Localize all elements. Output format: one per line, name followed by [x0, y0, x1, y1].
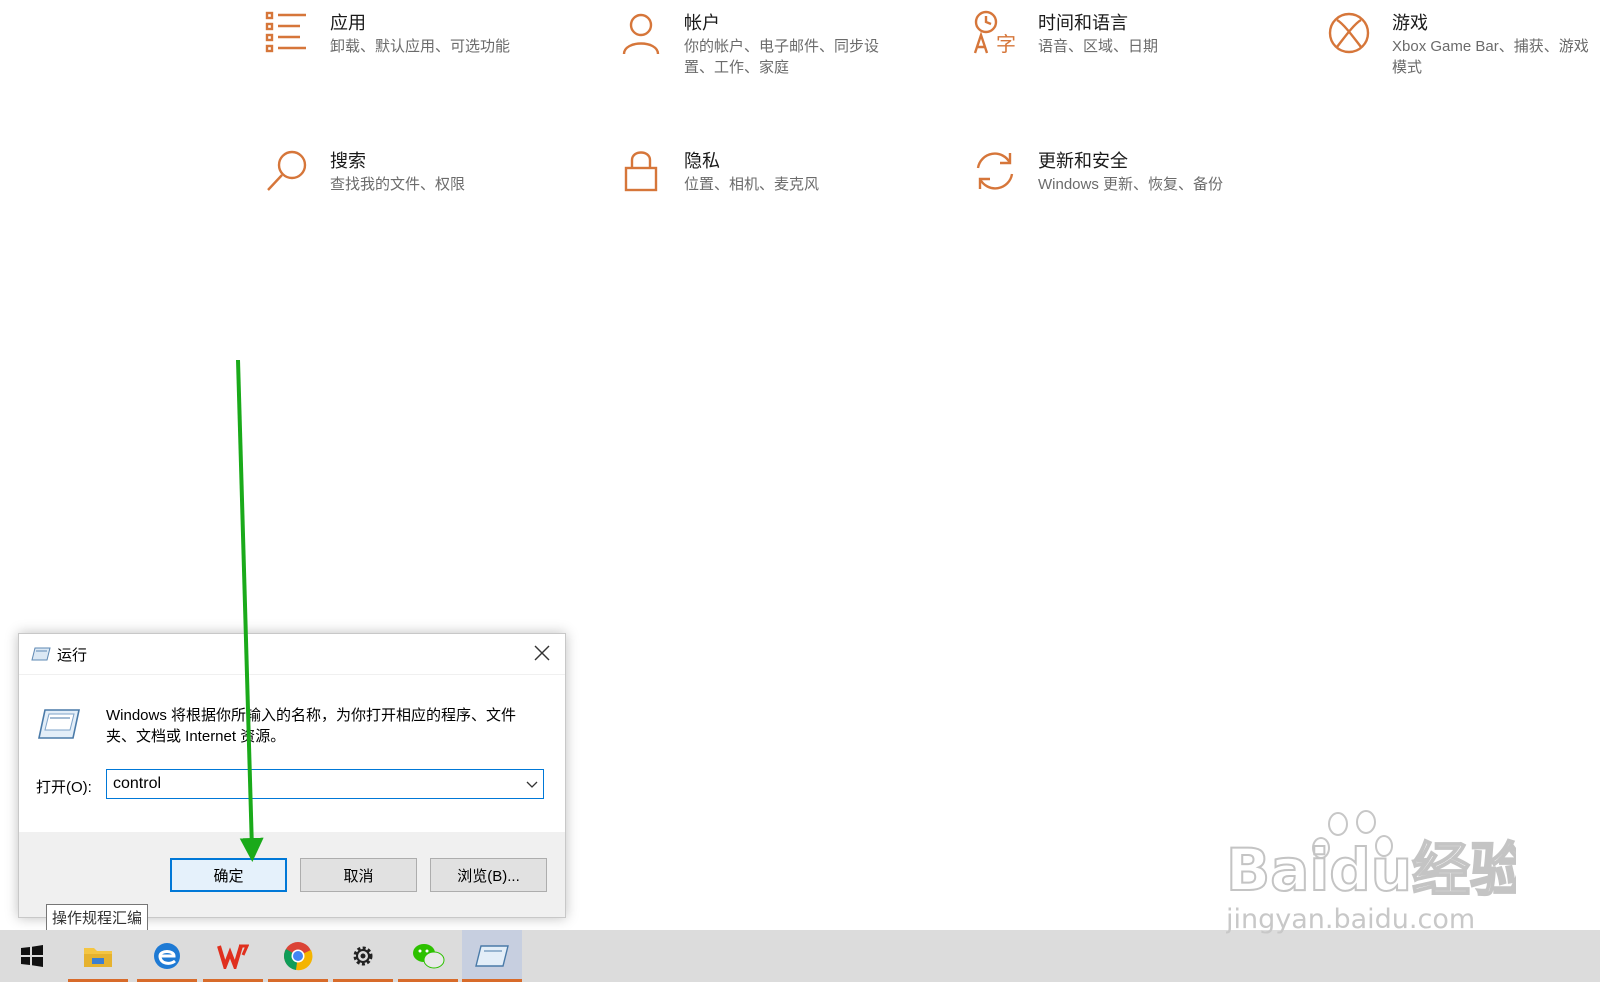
wechat-icon — [413, 944, 445, 969]
file-explorer-icon — [84, 948, 112, 967]
tile-title: 应用 — [330, 13, 366, 33]
start-windows-icon — [21, 945, 43, 967]
open-label: 打开(O): — [36, 779, 92, 796]
tile-title: 隐私 — [684, 151, 720, 171]
start-button[interactable] — [2, 930, 62, 982]
tile-title: 搜索 — [330, 151, 366, 171]
svg-text:字: 字 — [996, 32, 1016, 56]
account-person-icon — [622, 13, 660, 55]
taskbar-file-explorer[interactable] — [68, 930, 128, 982]
tile-description: 语音、区域、日期 — [1038, 38, 1159, 55]
watermark-brand: Baidu经验 — [1226, 836, 1516, 904]
run-program-icon — [38, 709, 80, 739]
taskbar-wechat[interactable] — [398, 930, 458, 982]
edge-browser-icon — [154, 943, 180, 969]
chevron-down-icon[interactable] — [521, 773, 543, 795]
time-language-icon: 字 — [973, 10, 1016, 56]
dialog-message: Windows 将根据你所输入的名称，为你打开相应的程序、文件夹、文档或 Int… — [106, 707, 517, 745]
update-refresh-icon — [976, 152, 1014, 190]
xbox-icon — [1328, 12, 1370, 54]
tile-title: 时间和语言 — [1038, 13, 1128, 33]
close-icon[interactable] — [531, 642, 553, 664]
cancel-button[interactable]: 取消 — [300, 858, 417, 892]
tile-privacy[interactable]: 隐私 位置、相机、麦克风 — [618, 148, 944, 195]
apps-list-icon — [265, 11, 306, 53]
dialog-title: 运行 — [57, 646, 88, 664]
dialog-body: Windows 将根据你所输入的名称，为你打开相应的程序、文件夹、文档或 Int… — [19, 674, 565, 833]
open-combobox[interactable] — [106, 769, 544, 799]
baidu-jingyan-watermark: Baidu经验jingyan.baidu.com — [1226, 810, 1516, 935]
taskbar-tooltip: 操作规程汇编 — [46, 904, 149, 931]
tile-description: 位置、相机、麦克风 — [684, 176, 820, 193]
tile-time-language[interactable]: 字 时间和语言 语音、区域、日期 — [972, 10, 1298, 57]
run-app-icon — [475, 945, 509, 967]
chrome-icon — [284, 942, 313, 971]
run-dialog: 运行 Windows 将根据你所输入的名称，为你打开相应的程序、文件夹、文档或 … — [18, 633, 566, 918]
wps-office-icon — [217, 944, 249, 969]
taskbar-chrome[interactable] — [268, 930, 328, 982]
ok-button[interactable]: 确定 — [170, 858, 287, 892]
open-input[interactable] — [107, 775, 521, 793]
tile-description: 查找我的文件、权限 — [330, 176, 466, 193]
tile-apps[interactable]: 应用 卸载、默认应用、可选功能 — [264, 10, 590, 57]
taskbar-settings[interactable] — [333, 930, 393, 982]
privacy-lock-icon — [624, 151, 658, 192]
tile-gaming[interactable]: 游戏 Xbox Game Bar、捕获、游戏模式 — [1326, 10, 1600, 78]
taskbar-run[interactable] — [462, 930, 522, 982]
tile-description: Windows 更新、恢复、备份 — [1038, 176, 1224, 193]
taskbar-wps[interactable] — [203, 930, 263, 982]
settings-gear-icon — [353, 946, 373, 966]
tile-title: 帐户 — [684, 13, 720, 33]
tile-update-security[interactable]: 更新和安全 Windows 更新、恢复、备份 — [972, 148, 1298, 195]
tile-title: 游戏 — [1392, 13, 1428, 33]
search-magnifier-icon — [267, 150, 307, 191]
dialog-titlebar: 运行 — [19, 634, 565, 674]
tile-description: 你的帐户、电子邮件、同步设置、工作、家庭 — [684, 38, 880, 76]
browse-button[interactable]: 浏览(B)... — [430, 858, 547, 892]
watermark-url: jingyan.baidu.com — [1226, 904, 1475, 935]
taskbar-edge[interactable] — [137, 930, 197, 982]
run-title-icon — [31, 647, 51, 661]
tile-search[interactable]: 搜索 查找我的文件、权限 — [264, 148, 590, 195]
tile-accounts[interactable]: 帐户 你的帐户、电子邮件、同步设置、工作、家庭 — [618, 10, 898, 78]
tile-description: 卸载、默认应用、可选功能 — [330, 38, 511, 55]
tile-title: 更新和安全 — [1038, 151, 1128, 171]
tile-description: Xbox Game Bar、捕获、游戏模式 — [1392, 38, 1589, 76]
